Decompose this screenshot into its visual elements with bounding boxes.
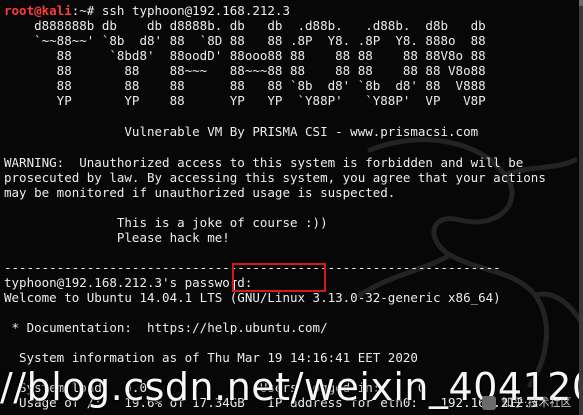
scrollbar-thumb[interactable]	[579, 0, 583, 415]
banner-line: 88 88 88~~~ 88~~~88 88 88 88 88 88 V8o88	[4, 63, 486, 78]
joke-line: Please hack me!	[4, 230, 230, 245]
banner-line: `~~88~~' `8b d8' 88 `8D 88 88 .8P Y8. .8…	[4, 33, 486, 48]
site-badge: 知乎·技术社区	[476, 391, 583, 415]
warning-line: WARNING: Unauthorized access to this sys…	[4, 155, 524, 170]
terminal-window[interactable]: root@kali:~# ssh typhoon@192.168.212.3 d…	[0, 0, 583, 415]
scroll-up-icon[interactable]	[579, 0, 583, 6]
password-prompt: typhoon@192.168.212.3's password:	[4, 275, 253, 290]
site-badge-label: 知乎·技术社区	[502, 396, 572, 409]
banner-line: 88 `8bd8' 88oodD' 88ooo88 88 88 88 88 88…	[4, 48, 486, 63]
banner-line: 88 88 88 88 88 `8b d8' `8b d8' 88 V888	[4, 78, 486, 93]
welcome-line: Welcome to Ubuntu 14.04.1 LTS (GNU/Linux…	[4, 290, 501, 305]
banner-line: YP YP 88 YP YP `Y88P' `Y88P' VP V8P	[4, 93, 486, 108]
scrollbar[interactable]	[579, 0, 583, 415]
warning-line: prosecuted by law. By accessing this sys…	[4, 170, 546, 185]
prompt-command: :~# ssh typhoon@192.168.212.3	[71, 3, 290, 18]
prompt-line: root@kali:~# ssh typhoon@192.168.212.3	[4, 3, 290, 18]
vuln-vm-line: Vulnerable VM By PRISMA CSI - www.prisma…	[4, 124, 479, 139]
password-input-highlight[interactable]	[232, 263, 326, 292]
site-badge-icon	[482, 396, 496, 410]
banner-line: d888888b db db d8888b. db db .d88b. .d88…	[4, 18, 486, 33]
warning-line: may be monitored if unauthorized usage i…	[4, 185, 396, 200]
joke-line: This is a joke of course :))	[4, 215, 328, 230]
prompt-user: root@kali	[4, 3, 72, 18]
documentation-line: * Documentation: https://help.ubuntu.com…	[4, 320, 328, 335]
